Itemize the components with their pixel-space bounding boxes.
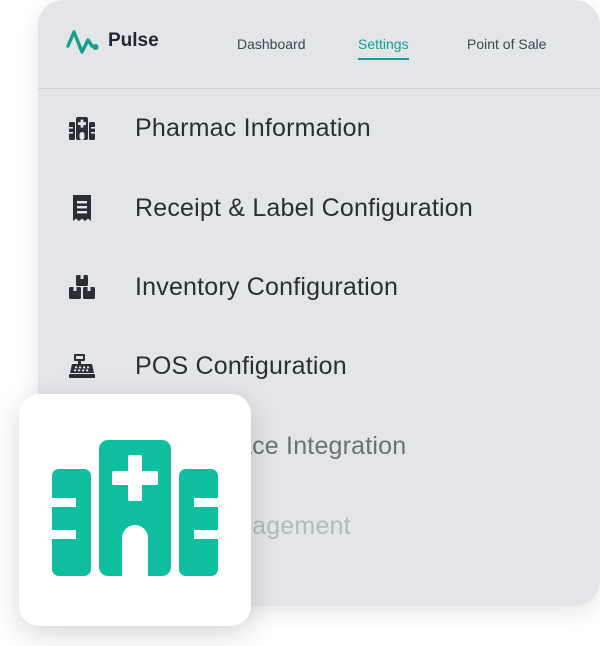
stage: Pulse Dashboard Settings Point of Sale P… (0, 0, 600, 646)
cash-register-icon (69, 353, 95, 379)
boxes-icon (69, 274, 95, 300)
featured-icon-tile (19, 394, 251, 626)
app-logo[interactable]: Pulse (66, 28, 159, 54)
menu-label: nagement (238, 511, 351, 540)
menu-item-pos-configuration[interactable]: POS Configuration (38, 334, 600, 398)
menu-label: ace Integration (238, 431, 407, 460)
pulse-waveform-icon (66, 28, 102, 54)
menu-label: Receipt & Label Configuration (135, 193, 473, 222)
menu-item-inventory-configuration[interactable]: Inventory Configuration (38, 255, 600, 319)
hospital-building-icon (52, 439, 218, 581)
menu-label: POS Configuration (135, 351, 347, 380)
nav-point-of-sale[interactable]: Point of Sale (467, 36, 546, 52)
menu-item-receipt-label-configuration[interactable]: Receipt & Label Configuration (38, 176, 600, 240)
top-navigation-bar: Pulse Dashboard Settings Point of Sale (38, 0, 600, 89)
menu-item-pharmac-information[interactable]: Pharmac Information (38, 96, 600, 160)
menu-label: Inventory Configuration (135, 272, 399, 301)
receipt-icon (69, 195, 95, 221)
nav-dashboard[interactable]: Dashboard (237, 36, 306, 52)
hospital-building-icon (69, 115, 95, 141)
app-name: Pulse (108, 30, 159, 51)
menu-label: Pharmac Information (135, 113, 371, 142)
nav-settings[interactable]: Settings (358, 36, 409, 60)
